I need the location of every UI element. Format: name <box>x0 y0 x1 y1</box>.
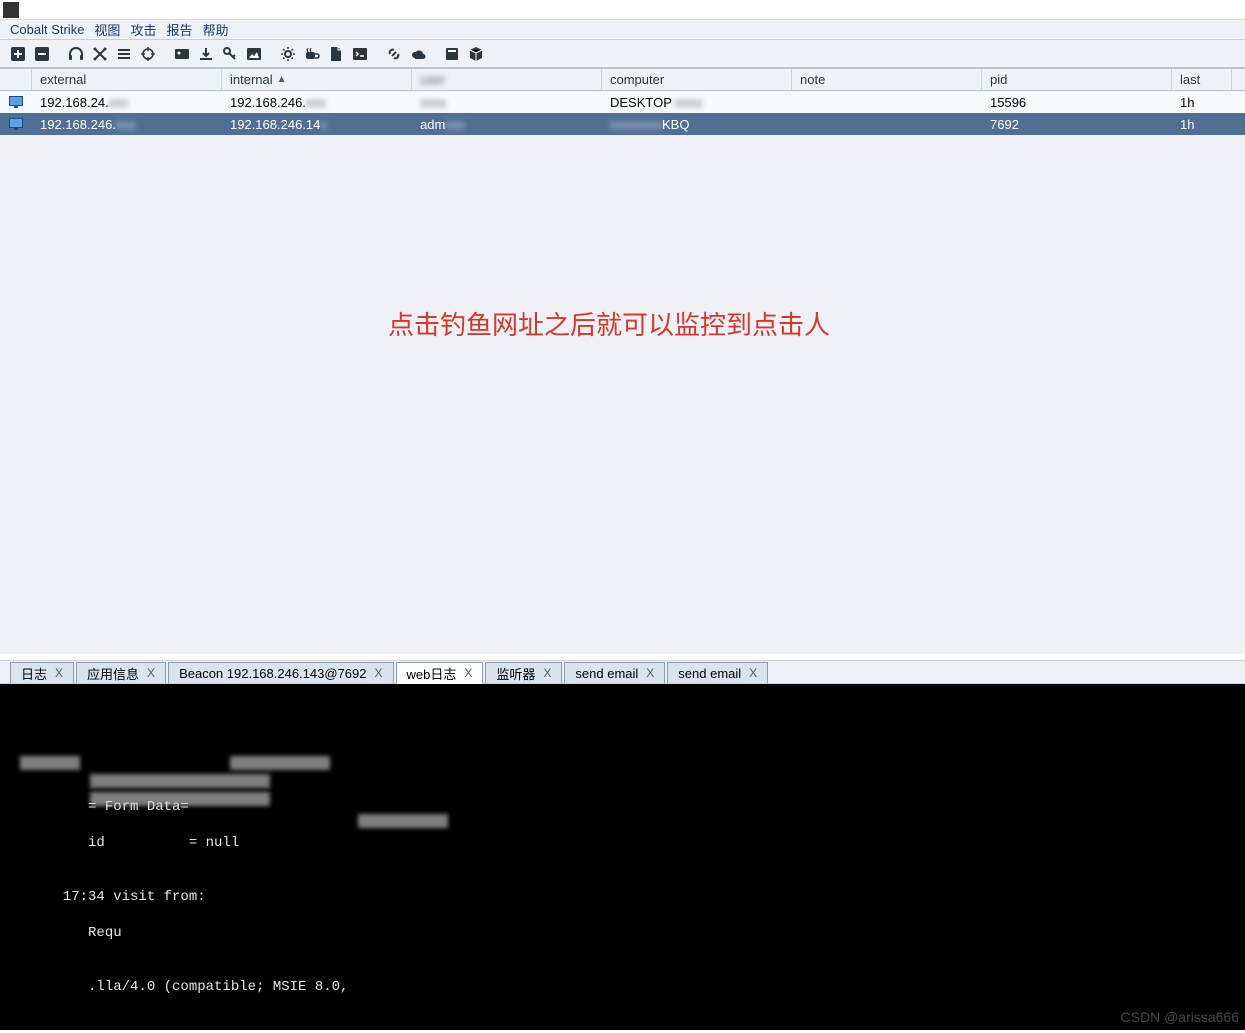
menu-item-attack[interactable]: 攻击 <box>128 20 158 39</box>
menu-item-help[interactable]: 帮助 <box>200 20 230 39</box>
cloud-icon[interactable] <box>408 44 428 64</box>
add-icon[interactable] <box>8 44 28 64</box>
log-line: 17:34 visit from: <box>4 888 1241 906</box>
close-icon[interactable]: X <box>374 666 382 680</box>
card-icon[interactable] <box>442 44 462 64</box>
app-icon <box>3 2 19 18</box>
crossbones-icon[interactable] <box>90 44 110 64</box>
beacons-table: external internal▲ user computer note pi… <box>0 68 1245 135</box>
cube-icon[interactable] <box>466 44 486 64</box>
close-icon[interactable]: X <box>55 666 63 680</box>
tab-listeners[interactable]: 监听器X <box>485 662 562 684</box>
col-user[interactable]: user <box>412 69 602 90</box>
close-icon[interactable]: X <box>749 666 757 680</box>
annotation-text: 点击钓鱼网址之后就可以监控到点击人 <box>388 305 830 342</box>
log-line: id = null <box>4 834 1241 852</box>
col-pid[interactable]: pid <box>982 69 1172 90</box>
monitor-icon <box>9 96 23 108</box>
menu-item-cobaltstrike[interactable]: Cobalt Strike <box>8 22 86 37</box>
target-icon[interactable] <box>138 44 158 64</box>
menu-item-view[interactable]: 视图 <box>92 20 122 39</box>
bottom-tabs: 日志X 应用信息X Beacon 192.168.246.143@7692X w… <box>0 660 1245 684</box>
photo-icon[interactable] <box>244 44 264 64</box>
menu-item-report[interactable]: 报告 <box>164 20 194 39</box>
monitor-icon <box>9 118 23 130</box>
tab-sendemail-1[interactable]: send emailX <box>564 662 665 684</box>
download-icon[interactable] <box>196 44 216 64</box>
close-icon[interactable]: X <box>147 666 155 680</box>
tab-weblog[interactable]: web日志X <box>396 662 484 684</box>
gear-icon[interactable] <box>278 44 298 64</box>
sort-asc-icon: ▲ <box>277 74 287 85</box>
table-row[interactable]: 192.168.24.xxx 192.168.246.xxx xxxx DESK… <box>0 91 1245 113</box>
headphones-icon[interactable] <box>66 44 86 64</box>
tab-log[interactable]: 日志X <box>10 662 74 684</box>
main-area: 点击钓鱼网址之后就可以监控到点击人 <box>0 135 1245 654</box>
doc-icon[interactable] <box>326 44 346 64</box>
menu-bar: Cobalt Strike 视图 攻击 报告 帮助 <box>0 20 1245 40</box>
close-icon[interactable]: X <box>464 666 472 680</box>
list-icon[interactable] <box>114 44 134 64</box>
log-line: .lla/4.0 (compatible; MSIE 8.0, <box>4 978 1241 996</box>
close-icon[interactable]: X <box>543 666 551 680</box>
tab-sendemail-2[interactable]: send emailX <box>667 662 768 684</box>
col-note[interactable]: note <box>792 69 982 90</box>
log-line: Requ <box>4 924 1241 942</box>
col-external[interactable]: external <box>32 69 222 90</box>
tab-beacon[interactable]: Beacon 192.168.246.143@7692X <box>168 662 393 684</box>
col-internal[interactable]: internal▲ <box>222 69 412 90</box>
tab-appinfo[interactable]: 应用信息X <box>76 662 166 684</box>
image-icon[interactable] <box>172 44 192 64</box>
link-icon[interactable] <box>384 44 404 64</box>
table-header: external internal▲ user computer note pi… <box>0 69 1245 91</box>
terminal-icon[interactable] <box>350 44 370 64</box>
key-icon[interactable] <box>220 44 240 64</box>
close-icon[interactable]: X <box>646 666 654 680</box>
col-last[interactable]: last <box>1172 69 1232 90</box>
minus-icon[interactable] <box>32 44 52 64</box>
coffee-icon[interactable] <box>302 44 322 64</box>
watermark: CSDN @arissa666 <box>1121 1008 1239 1026</box>
toolbar <box>0 40 1245 68</box>
log-output[interactable]: = Form Data= id = null 17:34 visit from:… <box>0 684 1245 1030</box>
col-computer[interactable]: computer <box>602 69 792 90</box>
table-row[interactable]: 192.168.246.xxx 192.168.246.14x admxxx x… <box>0 113 1245 135</box>
